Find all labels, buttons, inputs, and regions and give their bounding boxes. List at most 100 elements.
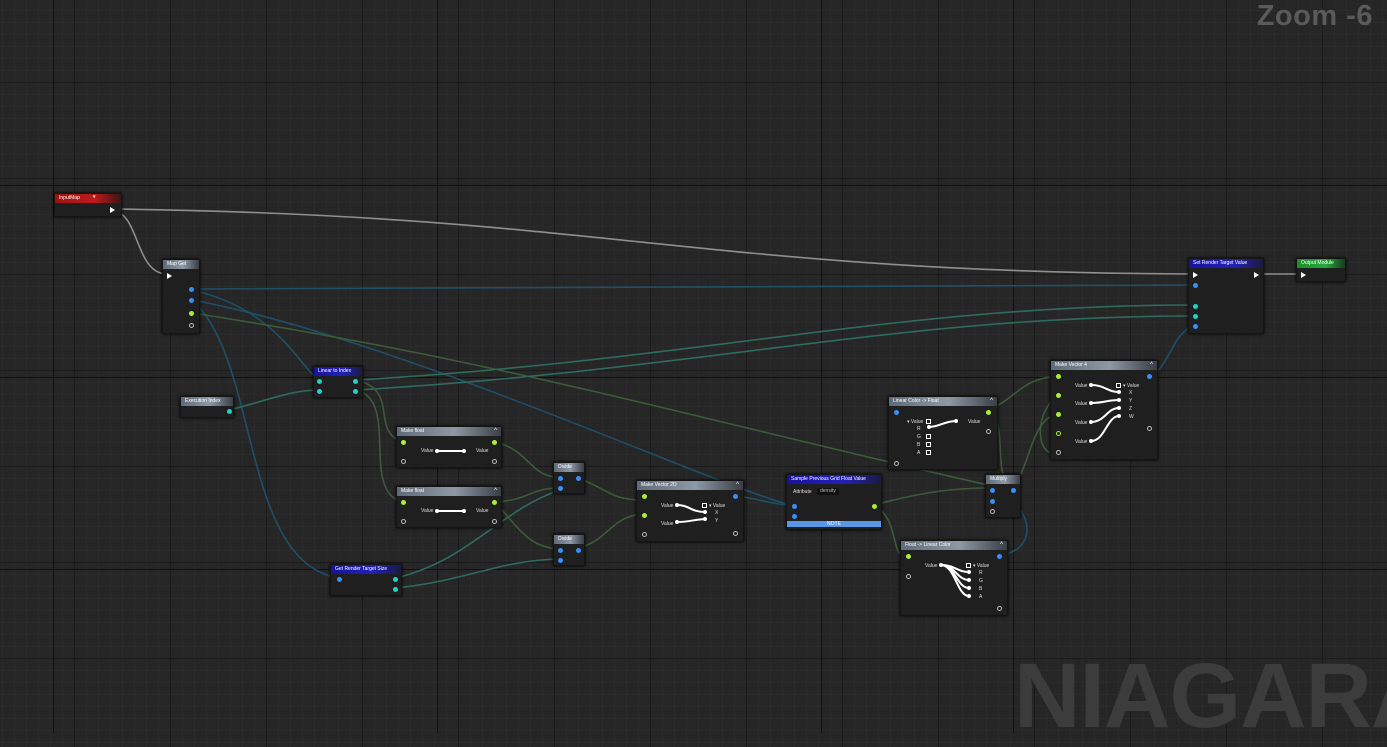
- input-map-node[interactable]: InputMap ▾: [54, 193, 122, 217]
- input-pin[interactable]: [558, 476, 563, 481]
- add-pin[interactable]: [733, 531, 738, 536]
- add-pin[interactable]: [492, 519, 497, 524]
- output-pin[interactable]: [576, 476, 581, 481]
- input-pin[interactable]: [317, 389, 322, 394]
- output-pin[interactable]: [189, 298, 194, 303]
- data-wire: [494, 501, 561, 550]
- exec-output-pin[interactable]: [1254, 272, 1259, 278]
- channel-pin[interactable]: [926, 450, 931, 455]
- output-pin[interactable]: [393, 577, 398, 582]
- make-float-node[interactable]: Make float ^ Value Value: [396, 486, 502, 528]
- attribute-field[interactable]: density: [817, 488, 839, 495]
- make-vector-2d-node[interactable]: Make Vector 2D ^ Value Value ▾ Value X Y: [636, 480, 744, 542]
- output-pin[interactable]: [1147, 374, 1152, 379]
- b-label: B: [917, 442, 921, 448]
- collapse-icon[interactable]: ^: [736, 481, 739, 490]
- map-get-node[interactable]: Map Get: [162, 259, 200, 334]
- input-pin[interactable]: [1193, 304, 1198, 309]
- exec-input-pin[interactable]: [1301, 272, 1306, 278]
- multiply-node[interactable]: Multiply: [985, 474, 1021, 518]
- collapse-icon[interactable]: ^: [1000, 541, 1003, 550]
- output-pin[interactable]: [986, 410, 991, 415]
- value-wire: [438, 510, 464, 512]
- channel-pin[interactable]: [926, 434, 931, 439]
- set-render-target-value-node[interactable]: Set Render Target Value: [1188, 258, 1264, 334]
- input-pin[interactable]: [792, 514, 797, 519]
- input-pin[interactable]: [337, 577, 342, 582]
- input-pin[interactable]: [990, 499, 995, 504]
- exec-input-pin[interactable]: [1193, 272, 1198, 278]
- sample-grid-node[interactable]: Sample Previous Grid Float Value Attribu…: [786, 474, 882, 530]
- make-float-node[interactable]: Make float ^ Value Value: [396, 426, 502, 468]
- exec-output-pin[interactable]: [110, 207, 115, 213]
- output-pin[interactable]: [733, 494, 738, 499]
- wire-layer: [111, 208, 1300, 589]
- divide-node[interactable]: Divide: [553, 462, 585, 494]
- output-pin[interactable]: [353, 379, 358, 384]
- output-pin[interactable]: [997, 554, 1002, 559]
- output-pin[interactable]: [492, 440, 497, 445]
- get-render-target-size-node[interactable]: Get Render Target Size: [330, 564, 402, 596]
- input-pin[interactable]: [1193, 283, 1198, 288]
- input-pin[interactable]: [642, 513, 647, 518]
- grid-axis-vertical: [437, 0, 438, 733]
- input-pin[interactable]: [894, 410, 899, 415]
- input-pin[interactable]: [401, 500, 406, 505]
- make-vector-4-node[interactable]: Make Vector 4 ^ Value Value Value Value ▾…: [1050, 360, 1158, 460]
- add-pin[interactable]: [642, 532, 647, 537]
- add-pin[interactable]: [986, 429, 991, 434]
- exec-input-pin[interactable]: [167, 273, 172, 279]
- chevron-down-icon[interactable]: ▾: [93, 194, 96, 200]
- input-pin[interactable]: [1056, 374, 1061, 379]
- input-pin[interactable]: [1193, 314, 1198, 319]
- input-pin[interactable]: [1056, 431, 1061, 436]
- add-pin[interactable]: [401, 459, 406, 464]
- collapse-icon[interactable]: ^: [494, 427, 497, 436]
- add-pin[interactable]: [906, 574, 911, 579]
- input-pin[interactable]: [558, 486, 563, 491]
- collapse-icon[interactable]: ^: [494, 487, 497, 496]
- input-pin[interactable]: [990, 488, 995, 493]
- add-pin[interactable]: [492, 459, 497, 464]
- add-pin[interactable]: [1147, 426, 1152, 431]
- collapse-icon[interactable]: ^: [1150, 361, 1153, 370]
- collapse-icon[interactable]: ^: [990, 397, 993, 406]
- data-wire: [987, 375, 1058, 412]
- grid-axis-vertical: [53, 0, 54, 733]
- input-pin[interactable]: [642, 494, 647, 499]
- divide-node[interactable]: Divide: [553, 534, 585, 566]
- add-pin[interactable]: [401, 519, 406, 524]
- output-pin[interactable]: [872, 504, 877, 509]
- output-pin[interactable]: [353, 389, 358, 394]
- output-module-node[interactable]: Output Module: [1296, 258, 1346, 282]
- output-pin[interactable]: [1011, 488, 1016, 493]
- add-pin[interactable]: [997, 606, 1002, 611]
- output-pin[interactable]: [576, 548, 581, 553]
- input-pin[interactable]: [558, 558, 563, 563]
- add-pin[interactable]: [990, 509, 995, 514]
- output-pin[interactable]: [393, 587, 398, 592]
- input-pin[interactable]: [906, 554, 911, 559]
- add-pin[interactable]: [189, 323, 194, 328]
- output-pin[interactable]: [492, 500, 497, 505]
- channel-pin[interactable]: [926, 442, 931, 447]
- float-to-linear-color-node[interactable]: Float -> Linear Color ^ Value ▾ Value R G…: [900, 540, 1008, 616]
- input-pin[interactable]: [1056, 393, 1061, 398]
- output-pin[interactable]: [189, 287, 194, 292]
- output-pin[interactable]: [227, 409, 232, 414]
- input-pin[interactable]: [317, 379, 322, 384]
- input-pin[interactable]: [1056, 412, 1061, 417]
- execution-index-node[interactable]: Execution Index: [180, 396, 234, 418]
- output-pin[interactable]: [189, 311, 194, 316]
- add-pin[interactable]: [1056, 450, 1061, 455]
- input-pin[interactable]: [558, 548, 563, 553]
- node-title: Make float ^: [397, 487, 501, 496]
- input-pin[interactable]: [792, 504, 797, 509]
- input-pin[interactable]: [1193, 324, 1198, 329]
- linear-color-to-float-node[interactable]: Linear Color -> Float ^ ▾ Value R G B A V…: [888, 396, 998, 470]
- input-pin[interactable]: [401, 440, 406, 445]
- linear-to-index-node[interactable]: Linear to Index: [313, 366, 363, 398]
- add-pin[interactable]: [894, 461, 899, 466]
- input-label: Value: [421, 448, 434, 454]
- zoom-level: Zoom -6: [1256, 0, 1373, 32]
